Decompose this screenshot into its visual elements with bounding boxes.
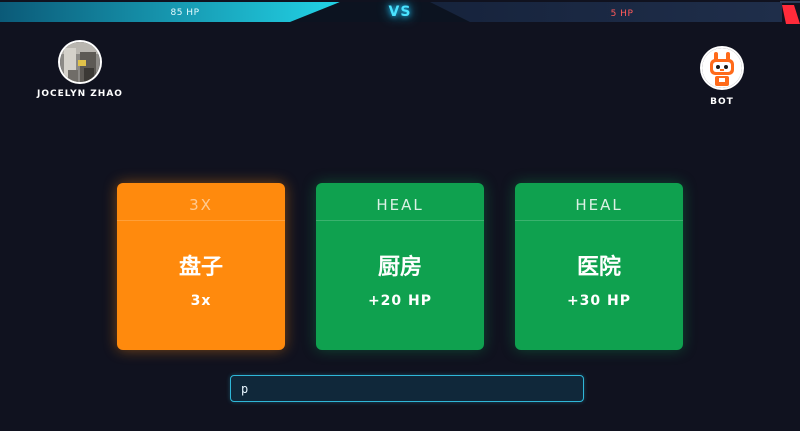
card-effect: 3x [190,293,212,309]
player-right-name: BOT [710,97,734,107]
left-hp-label: 85 HP [170,8,200,18]
card-effect: +20 HP [367,293,433,309]
hp-bar: 85 HP VS 5 HP [0,0,800,24]
player-left: JOCELYN ZHAO [35,42,125,100]
card-1[interactable]: 3X 盘子 3x [117,183,285,350]
card-type-label: HEAL [575,196,623,214]
photo-avatar-icon [60,42,100,82]
player-right-avatar [702,48,742,88]
card-word: 厨房 [377,255,422,280]
card-divider [316,220,484,221]
right-hp-label: 5 HP [610,9,634,19]
right-hp-fill [782,5,800,24]
robot-icon [702,48,742,88]
player-left-avatar [60,42,100,82]
card-divider [117,220,285,221]
card-3[interactable]: HEAL 医院 +30 HP [515,183,683,350]
card-effect: +30 HP [566,293,632,309]
card-word: 盘子 [178,255,223,280]
player-left-name: JOCELYN ZHAO [37,89,123,99]
card-divider [515,220,683,221]
player-right: BOT [677,48,767,108]
card-word: 医院 [576,255,621,280]
vs-label: VS [388,4,412,20]
answer-input[interactable] [230,375,584,402]
card-type-label: HEAL [376,196,424,214]
card-type-label: 3X [189,196,213,214]
card-2[interactable]: HEAL 厨房 +20 HP [316,183,484,350]
